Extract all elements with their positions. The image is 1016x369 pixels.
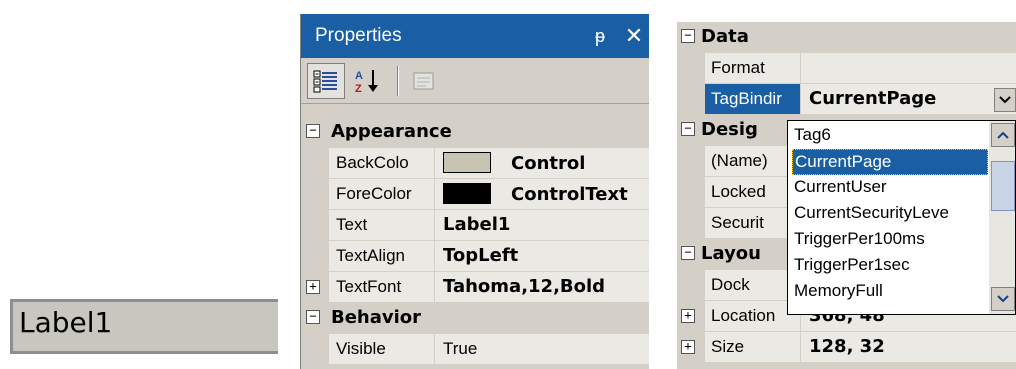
property-row-tagbinding[interactable]: TagBindir CurrentPage: [677, 84, 1016, 115]
properties-title: Properties: [315, 25, 402, 46]
scrollbar-thumb[interactable]: [991, 161, 1015, 211]
dropdown-option[interactable]: TriggerPer1sec: [792, 253, 988, 279]
chevron-down-icon: [997, 295, 1009, 303]
property-value[interactable]: TopLeft: [435, 241, 649, 272]
expand-icon[interactable]: +: [306, 280, 320, 294]
property-value[interactable]: Tahoma,12,Bold: [435, 272, 649, 303]
property-name: BackColo: [329, 148, 435, 179]
property-name: TagBindir: [705, 84, 801, 115]
scroll-up-button[interactable]: [991, 123, 1015, 147]
property-name: Text: [329, 210, 435, 241]
expand-icon[interactable]: +: [681, 309, 695, 323]
property-row-visible[interactable]: Visible True: [301, 334, 649, 365]
row-gutter: [677, 270, 705, 301]
row-gutter: [677, 208, 705, 239]
pin-icon[interactable]: ᵽ: [585, 26, 615, 47]
properties-titlebar: Properties ᵽ ✕: [301, 14, 649, 58]
toolbar-separator: [397, 65, 399, 96]
row-gutter: [677, 53, 705, 84]
row-gutter: [301, 241, 329, 272]
collapse-icon[interactable]: −: [681, 246, 695, 260]
svg-text:A: A: [355, 70, 363, 82]
row-gutter: +: [677, 332, 705, 363]
category-appearance[interactable]: − Appearance: [301, 117, 649, 148]
row-gutter: [301, 210, 329, 241]
property-value[interactable]: [801, 53, 1016, 84]
property-value[interactable]: CurrentPage: [801, 84, 1016, 115]
color-swatch: [443, 152, 491, 173]
collapse-icon[interactable]: −: [306, 310, 320, 324]
dropdown-option[interactable]: CurrentUser: [792, 175, 988, 201]
collapse-icon[interactable]: −: [681, 29, 695, 43]
svg-text:Z: Z: [355, 83, 362, 94]
property-name: TextAlign: [329, 241, 435, 272]
property-name: Visible: [329, 334, 435, 365]
color-swatch: [443, 183, 491, 204]
category-behavior[interactable]: − Behavior: [301, 303, 649, 334]
property-row-forecolor[interactable]: ForeColor ControlText: [301, 179, 649, 210]
property-row-backcolor[interactable]: BackColo Control: [301, 148, 649, 179]
property-value[interactable]: ControlText: [435, 179, 649, 210]
property-name: TextFont: [329, 272, 435, 303]
dropdown-button[interactable]: [994, 88, 1016, 112]
tag-dropdown-list[interactable]: Tag6 CurrentPage CurrentUser CurrentSecu…: [787, 120, 1016, 315]
category-name: Appearance: [331, 121, 452, 142]
row-gutter: [301, 334, 329, 365]
property-row-format[interactable]: Format: [677, 53, 1016, 84]
property-name: Format: [705, 53, 801, 84]
category-name: Behavior: [331, 307, 422, 328]
chevron-down-icon: [999, 96, 1011, 104]
dropdown-option[interactable]: Tag6: [792, 123, 988, 149]
row-gutter: +: [677, 301, 705, 332]
property-row-size[interactable]: + Size 128, 32: [677, 332, 1016, 363]
row-gutter: +: [301, 272, 329, 303]
category-name: Data: [701, 26, 749, 47]
row-gutter: [677, 177, 705, 208]
dropdown-option-selected[interactable]: CurrentPage: [792, 149, 988, 175]
property-name: Size: [705, 332, 801, 363]
row-gutter: [301, 148, 329, 179]
close-icon[interactable]: ✕: [619, 23, 649, 49]
property-value[interactable]: Label1: [435, 210, 649, 241]
value-text: Control: [511, 153, 586, 174]
property-row-text[interactable]: Text Label1: [301, 210, 649, 241]
dropdown-scrollbar[interactable]: [989, 121, 1015, 314]
property-row-textfont[interactable]: + TextFont Tahoma,12,Bold: [301, 272, 649, 303]
categorized-button[interactable]: [307, 62, 345, 99]
collapse-icon[interactable]: −: [681, 122, 695, 136]
categorized-icon: [313, 70, 337, 92]
property-pages-icon: [413, 72, 434, 89]
collapse-icon[interactable]: −: [306, 124, 320, 138]
chevron-up-icon: [997, 131, 1009, 139]
row-gutter: [677, 146, 705, 177]
property-name: ForeColor: [329, 179, 435, 210]
scroll-down-button[interactable]: [991, 287, 1015, 311]
dropdown-option[interactable]: MemoryFull: [792, 279, 988, 305]
dropdown-option[interactable]: CurrentSecurityLeve: [792, 201, 988, 227]
value-text: CurrentPage: [809, 88, 937, 109]
category-name: Desig: [701, 119, 758, 140]
property-value[interactable]: 128, 32: [801, 332, 1016, 363]
dropdown-option[interactable]: TriggerPer100ms: [792, 227, 988, 253]
sort-az-icon: A Z: [355, 69, 378, 94]
properties-toolbar: A Z: [301, 58, 649, 104]
category-name: Layou: [701, 243, 761, 264]
category-data[interactable]: − Data: [677, 22, 1016, 53]
properties-panel: Properties ᵽ ✕ A Z − Appearance BackColo…: [300, 14, 649, 369]
value-text: ControlText: [511, 184, 628, 205]
property-pages-button[interactable]: [405, 63, 443, 99]
alphabetical-button[interactable]: A Z: [349, 63, 387, 99]
label-preview[interactable]: Label1: [10, 299, 278, 354]
row-gutter: [301, 179, 329, 210]
property-row-textalign[interactable]: TextAlign TopLeft: [301, 241, 649, 272]
expand-icon[interactable]: +: [681, 340, 695, 354]
label-text: Label1: [19, 306, 113, 339]
property-value[interactable]: Control: [435, 148, 649, 179]
row-gutter: [677, 84, 705, 115]
property-value[interactable]: True: [435, 334, 649, 365]
